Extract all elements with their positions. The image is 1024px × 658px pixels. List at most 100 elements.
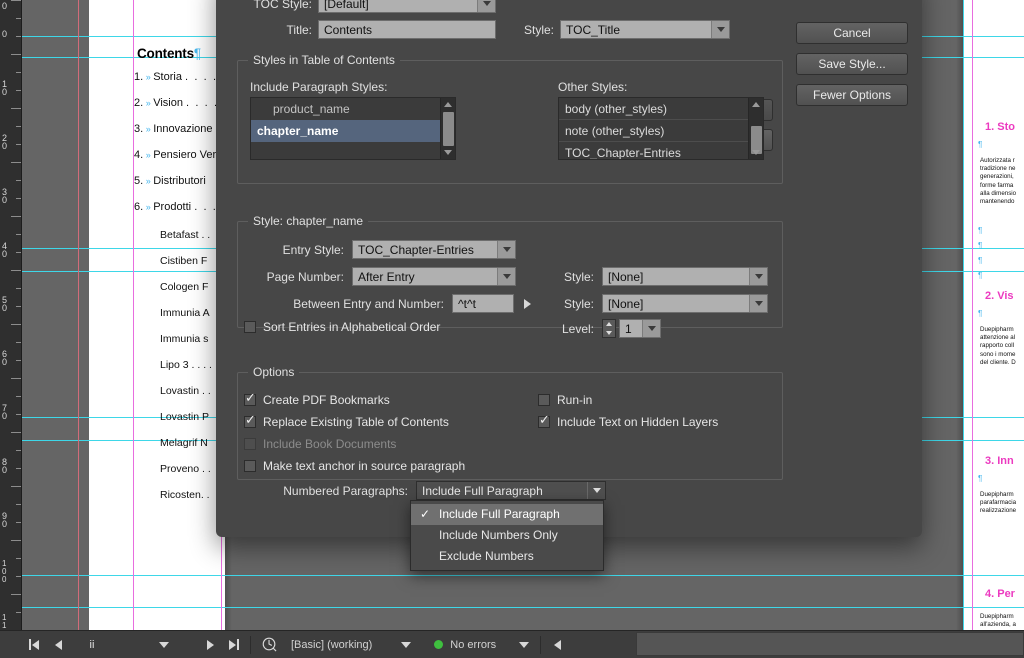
toc-subentry: Lovastin . .: [160, 385, 211, 397]
right-page-body: Duepipharm attenzione al rapporto coll s…: [980, 326, 1016, 366]
chevron-down-icon: [587, 482, 605, 499]
page-number-value: After Entry: [358, 269, 415, 284]
toc-style-label: TOC Style:: [253, 0, 312, 11]
entry-style-value: TOC_Chapter-Entries: [358, 242, 474, 257]
toc-subentry: Lipo 3 . . . .: [160, 359, 212, 371]
list-item[interactable]: note (other_styles): [559, 120, 763, 142]
pilcrow-mark: ¶: [978, 271, 983, 280]
vertical-ruler[interactable]: 0 0 10 20 30 40 50 60 70 80 90 100 11: [0, 0, 22, 630]
stepper-arrows-icon[interactable]: [602, 319, 616, 338]
level-stepper[interactable]: 1: [602, 319, 661, 338]
indesign-window: 0 0 10 20 30 40 50 60 70 80 90 100 11 Co…: [0, 0, 1024, 658]
page-number-field[interactable]: ii: [70, 639, 114, 651]
between-entry-value: ^t^t: [458, 296, 476, 311]
menu-item-exclude-numbers[interactable]: Exclude Numbers: [411, 546, 603, 567]
list-scrollbar[interactable]: [748, 98, 763, 159]
toc-style-dropdown[interactable]: [Default]: [318, 0, 496, 13]
page-number-style-value: [None]: [608, 269, 644, 284]
save-style-button[interactable]: Save Style...: [796, 53, 908, 75]
menu-item-include-numbers-only[interactable]: Include Numbers Only: [411, 525, 603, 546]
list-item[interactable]: TOC_Chapter-Entries: [559, 142, 763, 159]
checkbox-box: [538, 394, 550, 406]
horizontal-scrollbar[interactable]: [636, 632, 1024, 656]
preflight-icon[interactable]: [255, 631, 283, 658]
between-style-value: [None]: [608, 296, 644, 311]
numbered-paragraphs-menu[interactable]: ✓ Include Full Paragraph Include Numbers…: [410, 500, 604, 571]
profile-dropdown-button[interactable]: [394, 631, 418, 658]
chevron-down-icon: [749, 268, 767, 285]
level-dropdown[interactable]: 1: [619, 319, 661, 338]
list-item[interactable]: chapter_name: [251, 120, 455, 142]
level-label: Level:: [561, 321, 594, 336]
page-number-style-row: Style: [None]: [554, 267, 768, 286]
toc-subentry: Melagrif N: [160, 437, 208, 449]
page-dropdown-button[interactable]: [152, 631, 176, 658]
list-item[interactable]: product_name: [251, 98, 455, 120]
page-number-row: Page Number: After Entry: [250, 267, 516, 286]
ruler-label: 0: [2, 1, 7, 11]
document-toc-title: Contents¶: [137, 46, 201, 61]
menu-item-label: Include Numbers Only: [439, 528, 558, 542]
ruler-label: 80: [2, 457, 7, 475]
entry-style-row: Entry Style: TOC_Chapter-Entries: [250, 240, 516, 259]
include-paragraph-styles-list[interactable]: product_name chapter_name: [250, 97, 456, 160]
level-row: Level: 1: [554, 319, 661, 338]
scroll-up-icon[interactable]: [749, 98, 763, 111]
chevron-down-icon: [497, 241, 515, 258]
error-dropdown-button[interactable]: [512, 631, 536, 658]
page-number-dropdown[interactable]: After Entry: [352, 267, 516, 286]
page-number-style-label: Style:: [563, 269, 594, 284]
title-label: Title:: [286, 22, 312, 37]
checkbox-box: [244, 413, 256, 428]
prev-page-button[interactable]: [46, 631, 70, 658]
list-scrollbar[interactable]: [440, 98, 455, 159]
page-number-label: Page Number:: [266, 269, 344, 284]
toc-subentry: Cologen F: [160, 281, 209, 293]
title-style-dropdown[interactable]: TOC_Title: [560, 20, 730, 39]
scroll-thumb[interactable]: [443, 112, 454, 146]
other-styles-label: Other Styles:: [558, 80, 628, 94]
run-in-checkbox[interactable]: Run-in: [538, 393, 592, 407]
numbered-paragraphs-dropdown[interactable]: Include Full Paragraph: [416, 481, 606, 500]
between-style-dropdown[interactable]: [None]: [602, 294, 768, 313]
menu-item-label: Exclude Numbers: [439, 549, 534, 563]
make-text-anchor-checkbox[interactable]: Make text anchor in source paragraph: [244, 459, 465, 473]
first-page-button[interactable]: [22, 631, 46, 658]
next-page-button[interactable]: [198, 631, 222, 658]
title-input[interactable]: Contents: [318, 20, 496, 39]
checkbox-box: [244, 391, 256, 406]
sort-entries-checkbox[interactable]: Sort Entries in Alphabetical Order: [244, 320, 440, 334]
include-hidden-layers-checkbox[interactable]: Include Text on Hidden Layers: [538, 413, 718, 429]
right-page-body: Duepipharm parafarmacia realizzazione: [980, 491, 1017, 515]
ruler-label: 0: [2, 29, 7, 39]
special-character-menu-icon[interactable]: [524, 298, 531, 309]
entry-style-dropdown[interactable]: TOC_Chapter-Entries: [352, 240, 516, 259]
fewer-options-button[interactable]: Fewer Options: [796, 84, 908, 106]
right-page-heading: 3. Inn: [985, 455, 1014, 467]
cancel-button[interactable]: Cancel: [796, 22, 908, 44]
other-styles-list[interactable]: body (other_styles) note (other_styles) …: [558, 97, 764, 160]
menu-item-include-full-paragraph[interactable]: ✓ Include Full Paragraph: [411, 504, 603, 525]
include-paragraph-styles-label: Include Paragraph Styles:: [250, 80, 388, 94]
right-page-heading: 4. Per: [985, 588, 1015, 600]
create-pdf-bookmarks-checkbox[interactable]: Create PDF Bookmarks: [244, 391, 390, 407]
replace-existing-toc-checkbox[interactable]: Replace Existing Table of Contents: [244, 413, 449, 429]
scroll-up-icon[interactable]: [441, 98, 455, 111]
list-item[interactable]: body (other_styles): [559, 98, 763, 120]
style-settings-group-title: Style: chapter_name: [248, 214, 369, 228]
chevron-down-icon: [711, 21, 729, 38]
scroll-down-icon[interactable]: [749, 146, 763, 159]
scroll-down-icon[interactable]: [441, 146, 455, 159]
styles-in-toc-group-title: Styles in Table of Contents: [248, 53, 400, 67]
last-page-button[interactable]: [222, 631, 246, 658]
between-entry-input[interactable]: ^t^t: [452, 294, 514, 313]
ruler-label: 40: [2, 241, 7, 259]
scroll-left-button[interactable]: [545, 631, 569, 658]
include-book-documents-checkbox: Include Book Documents: [244, 437, 396, 451]
toc-subentry: Proveno . .: [160, 463, 211, 475]
toc-entry: 3. » Innovazione: [134, 123, 213, 135]
pilcrow-mark: ¶: [978, 140, 983, 149]
title-row: Title: Contents: [240, 20, 496, 39]
options-group-title: Options: [248, 365, 300, 379]
page-number-style-dropdown[interactable]: [None]: [602, 267, 768, 286]
